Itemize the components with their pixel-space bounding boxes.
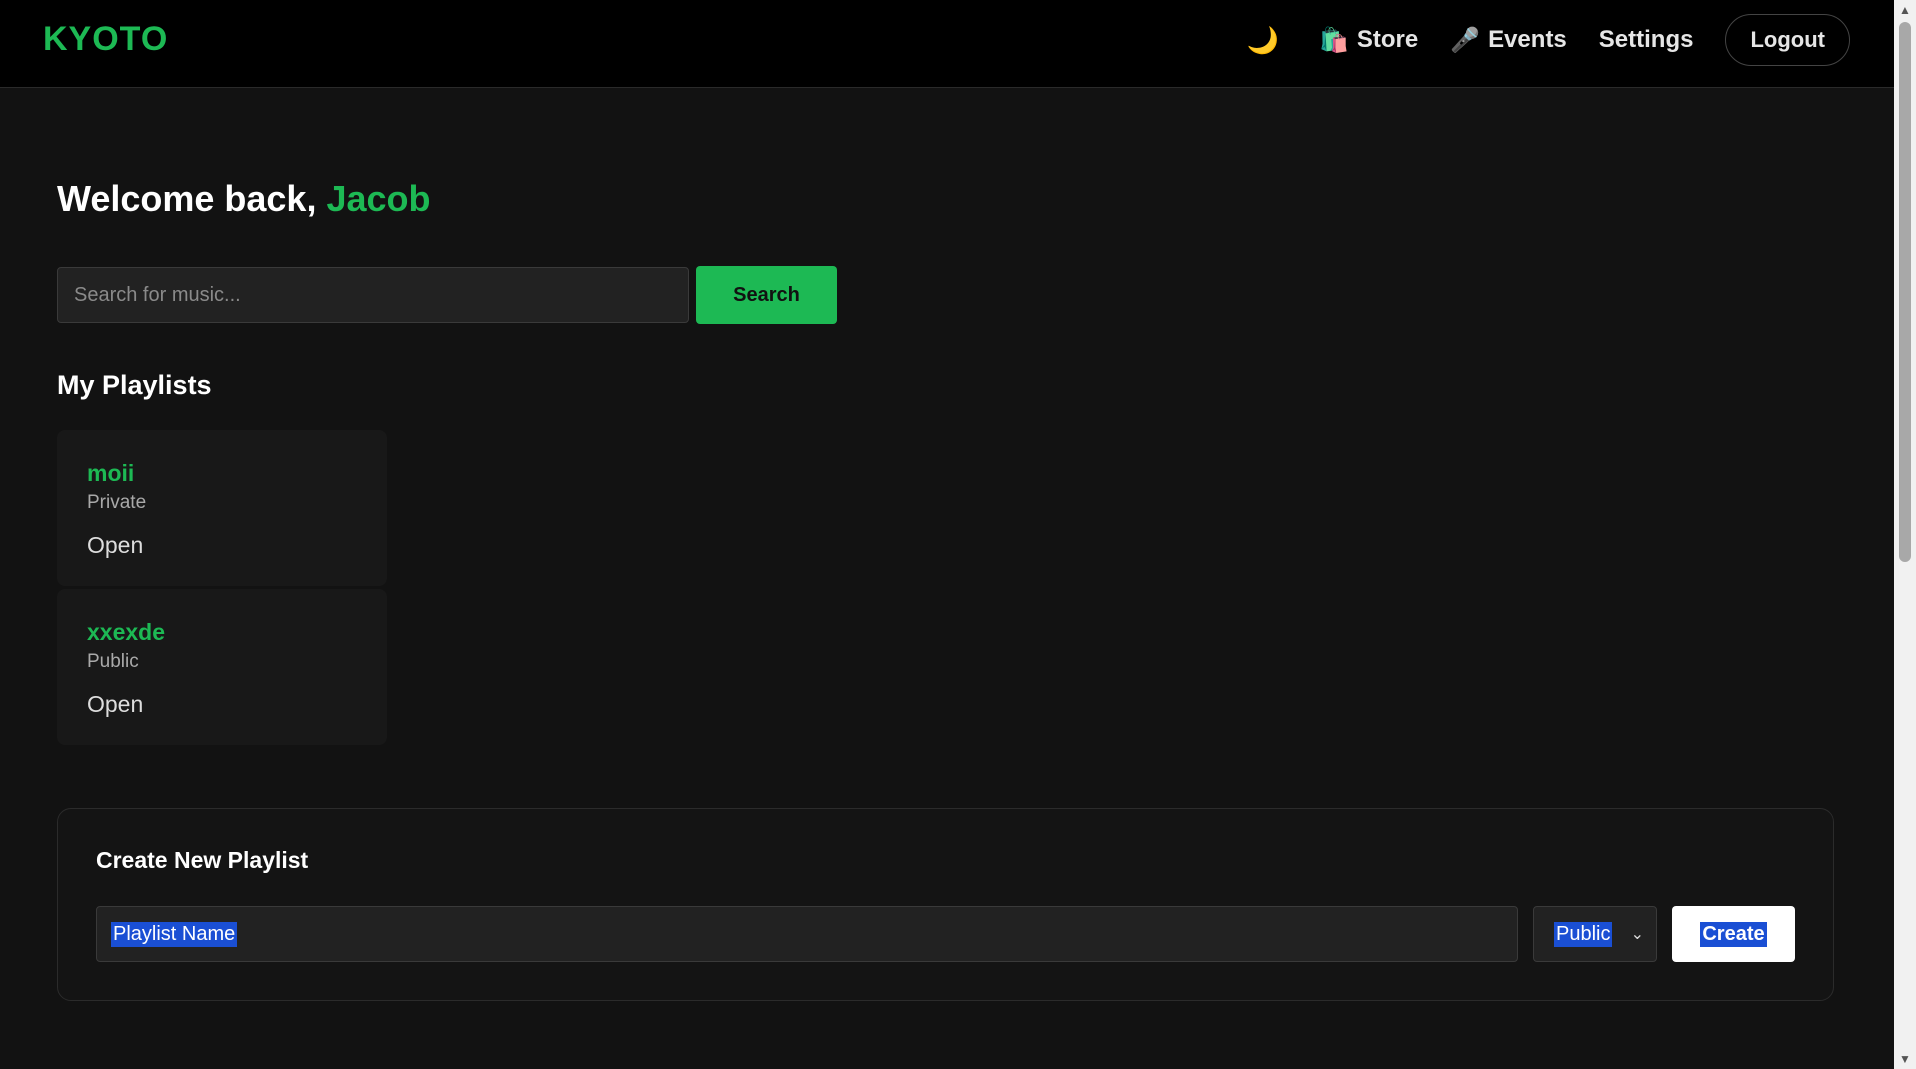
create-playlist-panel: Create New Playlist Playlist Name Public… (57, 808, 1834, 1001)
shopping-bag-icon: 🛍️ (1318, 26, 1349, 54)
playlist-card[interactable]: xxexde Public Open (57, 589, 387, 745)
logout-button[interactable]: Logout (1725, 14, 1850, 66)
create-button-label: Create (1700, 921, 1767, 947)
top-navbar: KYOTO 🌙 🛍️ Store 🎤 Events Settings Logou… (0, 0, 1894, 88)
nav-menu: 🌙 🛍️ Store 🎤 Events Settings Logout (1241, 14, 1850, 66)
nav-events-label: Events (1488, 26, 1567, 53)
playlist-name[interactable]: xxexde (87, 619, 165, 646)
chevron-down-icon: ⌄ (1630, 926, 1644, 943)
scrollbar-thumb[interactable] (1899, 22, 1911, 562)
playlist-name-input[interactable]: Playlist Name (96, 906, 1518, 962)
welcome-heading: Welcome back, Jacob (57, 178, 431, 220)
visibility-select[interactable]: Public ⌄ (1533, 906, 1657, 962)
create-playlist-button[interactable]: Create (1672, 906, 1795, 962)
my-playlists-heading: My Playlists (57, 370, 212, 400)
theme-toggle-moon-icon[interactable]: 🌙 (1241, 25, 1285, 56)
music-search-input[interactable] (57, 267, 689, 323)
nav-settings-link[interactable]: Settings (1599, 26, 1694, 54)
playlist-name-placeholder: Playlist Name (111, 921, 238, 947)
brand-logo[interactable]: KYOTO (43, 20, 168, 59)
scroll-down-arrow-icon[interactable]: ▼ (1894, 1049, 1916, 1069)
playlist-name[interactable]: moii (87, 460, 134, 487)
nav-events-link[interactable]: 🎤 Events (1450, 26, 1567, 55)
welcome-username: Jacob (326, 178, 431, 219)
scroll-up-arrow-icon[interactable]: ▲ (1894, 0, 1916, 20)
search-button[interactable]: Search (696, 266, 837, 324)
playlist-open-link[interactable]: Open (87, 532, 143, 559)
create-playlist-heading: Create New Playlist (96, 847, 309, 873)
welcome-prefix: Welcome back, (57, 178, 327, 219)
playlist-visibility: Private (87, 492, 147, 513)
nav-store-label: Store (1356, 26, 1419, 53)
playlist-open-link[interactable]: Open (87, 691, 143, 718)
playlist-visibility: Public (87, 651, 139, 672)
nav-store-link[interactable]: 🛍️ Store (1319, 26, 1418, 55)
microphone-icon: 🎤 (1450, 26, 1481, 54)
playlist-card[interactable]: moii Private Open (57, 430, 387, 586)
page-scrollbar[interactable]: ▲ ▼ (1894, 0, 1916, 1069)
visibility-selected-value: Public (1554, 921, 1613, 947)
